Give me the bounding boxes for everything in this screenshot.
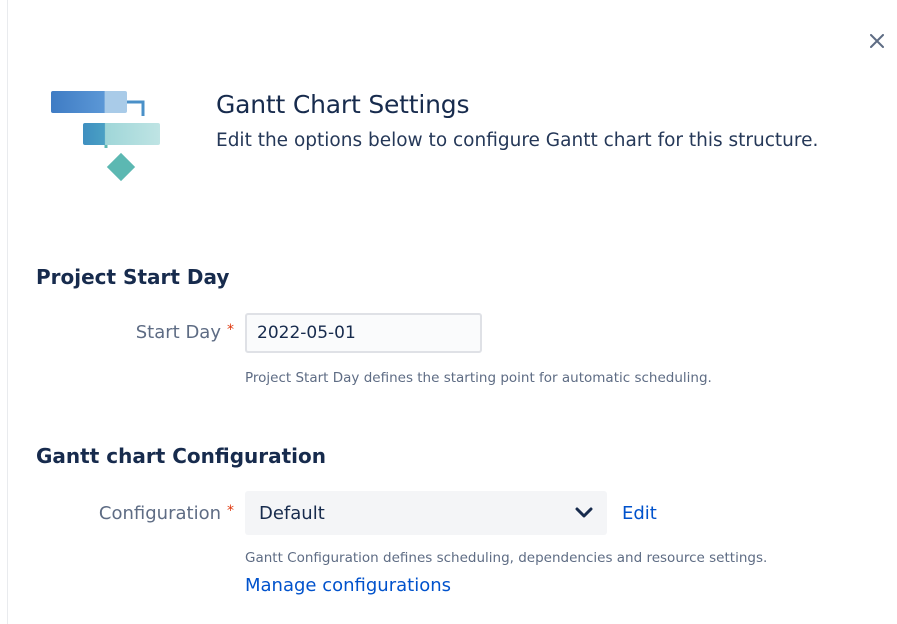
dialog-title: Gantt Chart Settings (216, 90, 470, 119)
edit-configuration-link[interactable]: Edit (622, 503, 657, 524)
configuration-select-value: Default (259, 502, 325, 524)
start-day-help: Project Start Day defines the starting p… (245, 370, 712, 386)
required-marker: * (227, 503, 234, 519)
dialog-subtitle: Edit the options below to configure Gant… (216, 130, 819, 151)
project-start-heading: Project Start Day (36, 265, 230, 289)
close-button[interactable] (862, 26, 892, 56)
start-day-input[interactable] (245, 313, 482, 353)
gantt-chart-icon (50, 86, 162, 186)
start-day-label: Start Day * (136, 322, 234, 343)
configuration-label: Configuration * (99, 503, 234, 524)
configuration-select[interactable]: Default (245, 491, 607, 535)
chevron-down-icon (575, 507, 593, 518)
configuration-help: Gantt Configuration defines scheduling, … (245, 550, 768, 566)
manage-configurations-link[interactable]: Manage configurations (245, 575, 451, 596)
close-icon (870, 34, 884, 48)
gantt-config-heading: Gantt chart Configuration (36, 444, 326, 468)
configuration-label-text: Configuration (98, 503, 221, 524)
dialog-left-border (7, 0, 8, 624)
required-marker: * (227, 322, 234, 338)
start-day-label-text: Start Day (135, 322, 221, 343)
